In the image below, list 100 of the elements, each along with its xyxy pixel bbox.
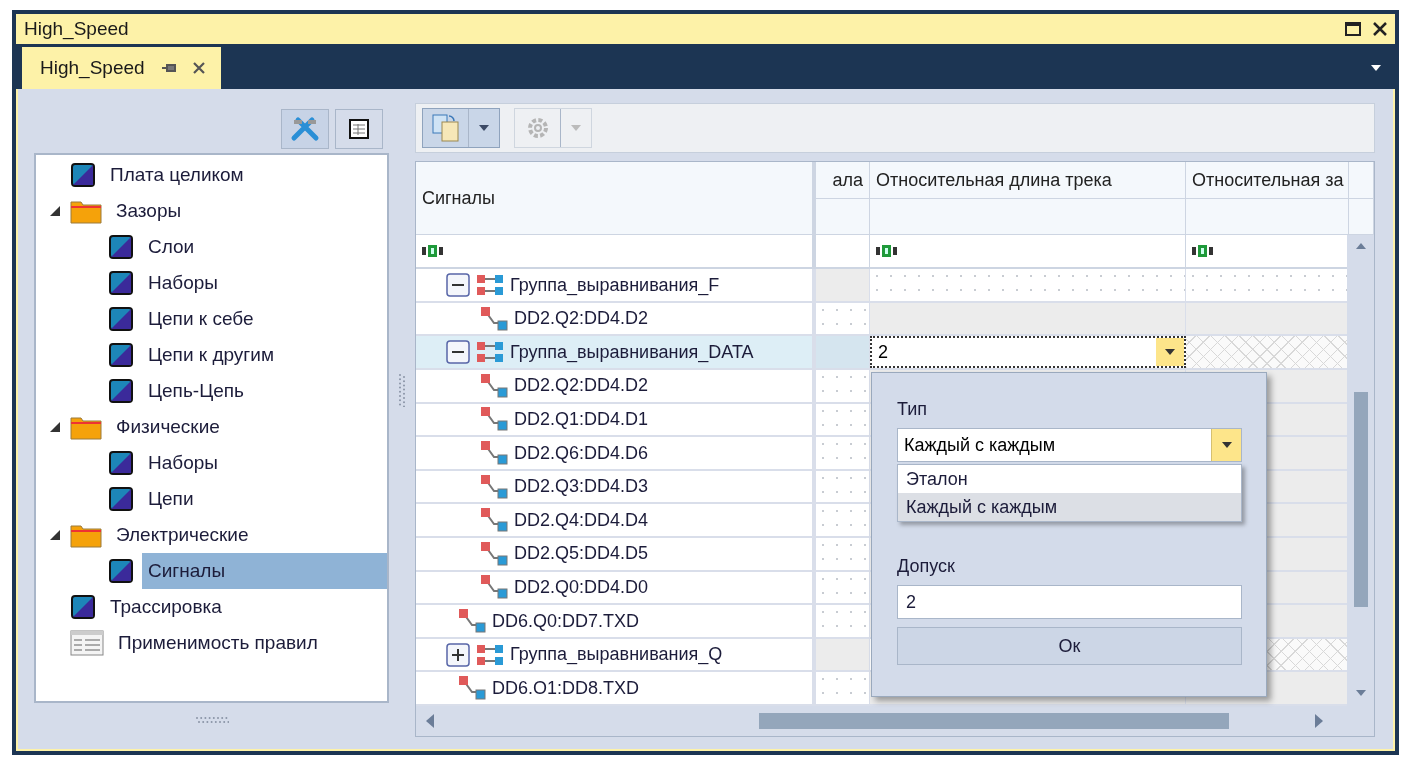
column-header[interactable]: Относительная длина трека bbox=[870, 162, 1186, 200]
scroll-thumb[interactable] bbox=[759, 713, 1229, 729]
signal-name-cell[interactable]: DD2.Q2:DD4.D2 bbox=[416, 370, 816, 402]
dropdown-option[interactable]: Каждый с каждым bbox=[898, 493, 1241, 522]
column-header[interactable]: Сигналы bbox=[416, 162, 816, 236]
resize-grip-icon[interactable] bbox=[398, 373, 407, 408]
dropdown-button[interactable] bbox=[1211, 429, 1241, 462]
signal-name-cell[interactable]: Группа_выравнивания_F bbox=[416, 269, 816, 301]
rule-icon bbox=[108, 486, 134, 513]
rule-icon bbox=[108, 378, 134, 405]
column-header[interactable]: ала bbox=[816, 162, 870, 200]
rule-icon bbox=[108, 270, 134, 297]
caret-icon bbox=[479, 125, 489, 132]
maximize-icon[interactable] bbox=[1345, 22, 1361, 37]
tree-item[interactable]: Физические bbox=[110, 409, 226, 446]
scroll-right-icon bbox=[1315, 714, 1323, 728]
text-filter-icon[interactable] bbox=[422, 245, 444, 258]
resize-grip-icon[interactable] bbox=[194, 716, 229, 724]
rule-icon bbox=[108, 450, 134, 477]
signal-name-cell[interactable]: DD2.Q6:DD4.D6 bbox=[416, 437, 816, 469]
pin-icon[interactable] bbox=[160, 62, 177, 75]
tree-item[interactable]: Применимость правил bbox=[112, 625, 324, 662]
folder-icon bbox=[70, 414, 102, 441]
rule-icon bbox=[108, 342, 134, 369]
close-icon[interactable] bbox=[192, 62, 205, 75]
net-icon bbox=[480, 507, 508, 534]
dropdown-option[interactable]: Эталон bbox=[898, 465, 1241, 494]
signal-name-cell[interactable]: DD6.O1:DD8.TXD bbox=[416, 672, 816, 704]
folder-icon bbox=[70, 198, 102, 225]
group-icon bbox=[476, 274, 504, 297]
collapse-arrow-icon[interactable] bbox=[48, 420, 62, 435]
group-icon bbox=[476, 643, 504, 666]
text-filter-icon[interactable] bbox=[1192, 245, 1214, 258]
net-icon bbox=[458, 675, 486, 702]
filter-cell[interactable] bbox=[1186, 235, 1348, 268]
net-icon bbox=[480, 305, 508, 332]
collapse-arrow-icon[interactable] bbox=[48, 528, 62, 543]
tree-item[interactable]: Сигналы bbox=[142, 553, 388, 590]
signal-name-cell[interactable]: DD2.Q3:DD4.D3 bbox=[416, 470, 816, 503]
dropdown-button[interactable] bbox=[1156, 338, 1184, 367]
group-icon bbox=[476, 341, 504, 364]
rule-icon bbox=[108, 558, 134, 585]
scroll-thumb[interactable] bbox=[1353, 392, 1368, 608]
rule-icon bbox=[70, 594, 96, 621]
signal-name-cell[interactable]: Группа_выравнивания_DATA bbox=[416, 336, 816, 369]
caret-icon bbox=[1165, 349, 1175, 356]
tree-item[interactable]: Цепь-Цепь bbox=[142, 373, 250, 410]
net-icon bbox=[480, 574, 508, 601]
type-combobox[interactable]: Каждый с каждым bbox=[897, 428, 1242, 463]
net-icon bbox=[458, 608, 486, 634]
collapse-icon[interactable] bbox=[446, 340, 470, 365]
scroll-up-icon bbox=[1355, 243, 1366, 250]
expand-icon[interactable] bbox=[446, 642, 470, 667]
rule-icon bbox=[108, 306, 134, 333]
caret-icon bbox=[1221, 442, 1232, 449]
scroll-down-icon bbox=[1355, 690, 1366, 696]
filter-cell[interactable] bbox=[816, 235, 870, 268]
collapse-arrow-icon[interactable] bbox=[48, 204, 62, 219]
table-icon bbox=[70, 630, 104, 657]
paste-icon bbox=[430, 113, 461, 144]
column-header[interactable]: Относительная за bbox=[1186, 162, 1349, 200]
filter-cell[interactable] bbox=[870, 235, 1186, 268]
document-tab[interactable]: High_Speed bbox=[22, 47, 221, 90]
header-cell bbox=[816, 199, 870, 236]
text-filter-icon[interactable] bbox=[876, 245, 898, 258]
tree-item[interactable]: Наборы bbox=[142, 265, 224, 302]
length-edit-field[interactable]: 2 bbox=[870, 336, 1186, 369]
table-view-button[interactable] bbox=[335, 109, 384, 150]
tree-item[interactable]: Цепи к другим bbox=[142, 337, 280, 374]
folder-icon bbox=[70, 522, 102, 549]
tab-menu-caret-icon bbox=[1371, 65, 1381, 72]
tolerance-field[interactable]: 2 bbox=[897, 585, 1242, 620]
tree-item[interactable]: Цепи bbox=[142, 481, 200, 518]
tree-item[interactable]: Наборы bbox=[142, 445, 224, 482]
scroll-left-icon bbox=[426, 714, 434, 728]
type-label: Тип bbox=[897, 399, 928, 421]
filter-cell[interactable] bbox=[416, 235, 816, 268]
tree-item[interactable]: Трассировка bbox=[104, 589, 228, 626]
net-icon bbox=[480, 473, 508, 500]
signal-name-cell[interactable]: Группа_выравнивания_Q bbox=[416, 638, 816, 671]
tree-item[interactable]: Цепи к себе bbox=[142, 301, 260, 338]
collapse-icon[interactable] bbox=[446, 273, 470, 298]
wrench-icon bbox=[290, 116, 321, 143]
tree-item[interactable]: Плата целиком bbox=[104, 157, 250, 194]
tree-item[interactable]: Электрические bbox=[110, 517, 255, 554]
signal-name-cell[interactable]: DD2.Q4:DD4.D4 bbox=[416, 504, 816, 537]
tree-item[interactable]: Зазоры bbox=[110, 193, 188, 230]
close-icon[interactable] bbox=[1373, 22, 1387, 37]
caret-icon bbox=[571, 125, 581, 132]
tools-button[interactable] bbox=[281, 109, 330, 150]
signal-name-cell[interactable]: DD2.Q0:DD4.D0 bbox=[416, 571, 816, 604]
net-icon bbox=[480, 406, 508, 433]
signal-name-cell[interactable]: DD2.Q1:DD4.D1 bbox=[416, 403, 816, 436]
rule-icon bbox=[70, 162, 96, 189]
ok-button[interactable]: Ок bbox=[897, 627, 1242, 666]
tree-item[interactable]: Слои bbox=[142, 229, 201, 266]
signal-name-cell[interactable]: DD2.Q5:DD4.D5 bbox=[416, 538, 816, 570]
signal-name-cell[interactable]: DD6.Q0:DD7.TXD bbox=[416, 605, 816, 637]
signal-name-cell[interactable]: DD2.Q2:DD4.D2 bbox=[416, 302, 816, 335]
table-icon bbox=[349, 119, 370, 140]
